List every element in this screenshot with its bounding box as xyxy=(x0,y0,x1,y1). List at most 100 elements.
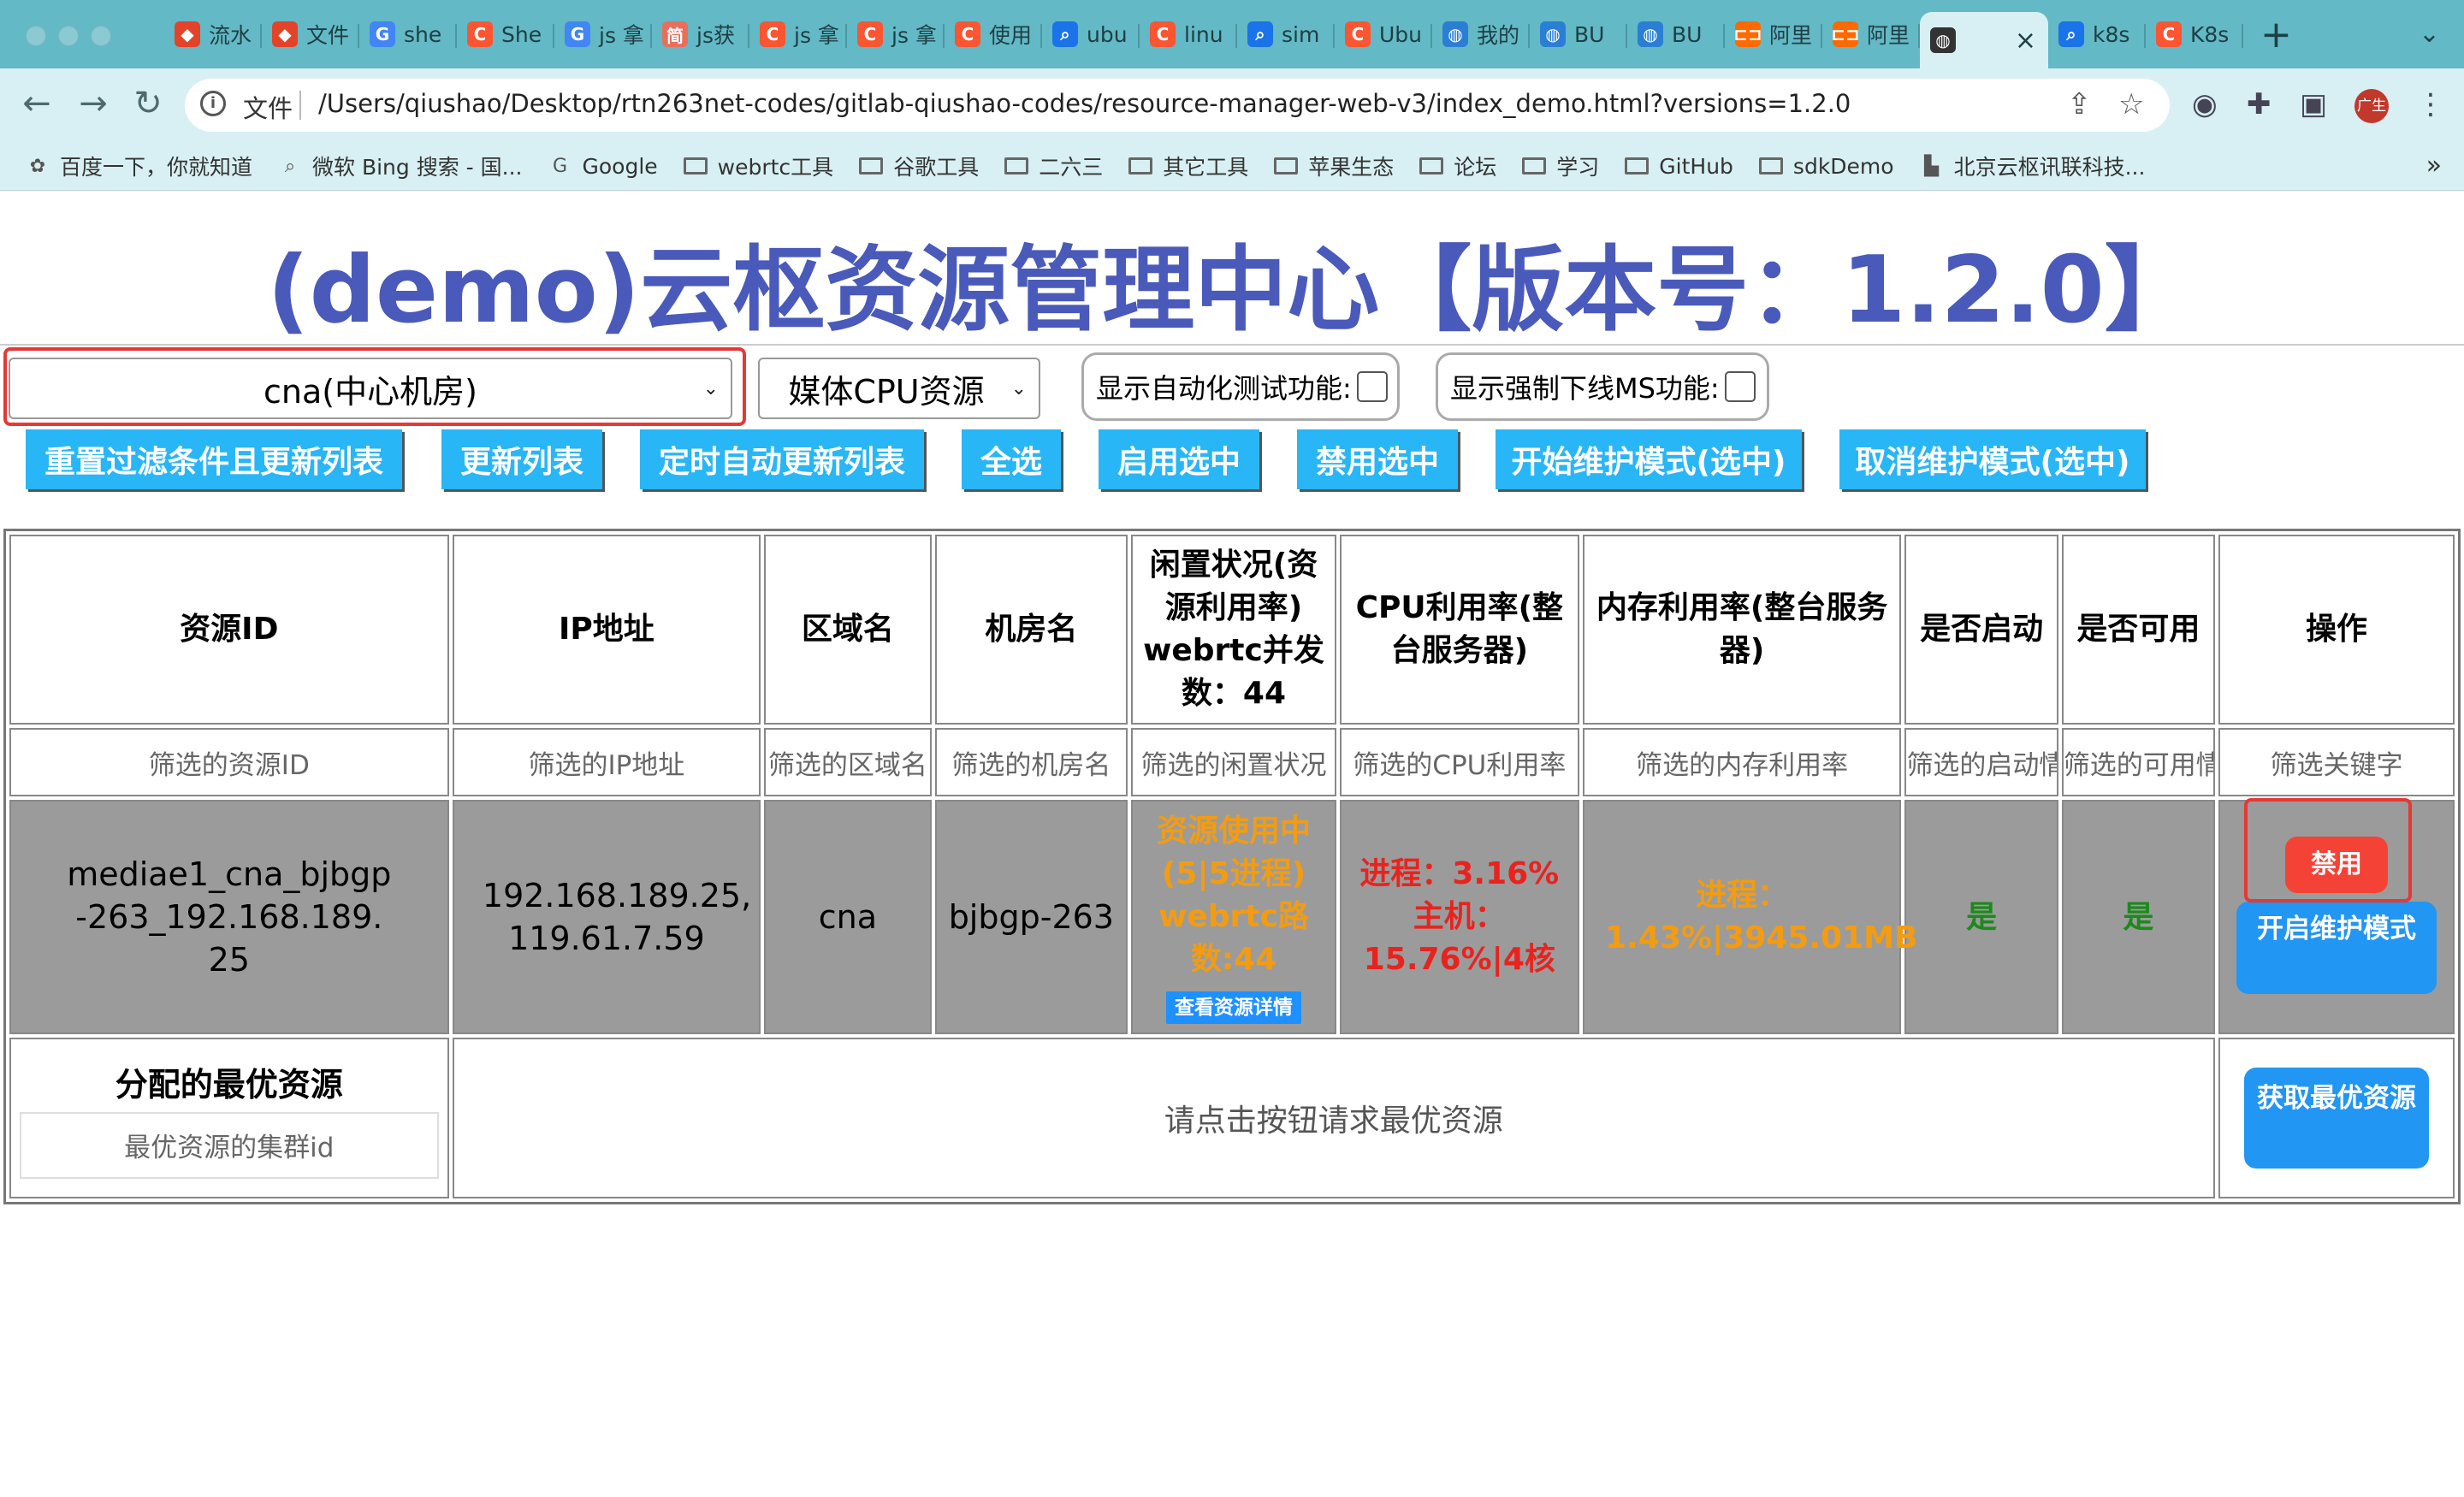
bookmark-item[interactable]: G Google xyxy=(548,154,658,179)
tab-label: js获 xyxy=(696,23,735,48)
header-started: 是否启动 xyxy=(1904,535,2058,725)
bookmark-item[interactable]: webrtc工具 xyxy=(683,151,833,181)
start-maintenance-button[interactable]: 开始维护模式(选中) xyxy=(1496,429,1802,489)
force-offline-toggle-group: 显示强制下线MS功能: xyxy=(1436,352,1769,421)
bookmark-star-icon[interactable]: ☆ xyxy=(2118,87,2144,121)
disable-selected-button[interactable]: 禁用选中 xyxy=(1297,429,1458,489)
bookmark-item[interactable]: 二六三 xyxy=(1004,151,1103,181)
bookmark-item[interactable]: 学习 xyxy=(1522,151,1599,181)
tab[interactable]: C Ubu xyxy=(1335,9,1432,60)
bookmark-item[interactable]: sdkDemo xyxy=(1758,154,1894,179)
bookmarks-overflow-icon[interactable]: » xyxy=(2426,151,2442,180)
tab[interactable]: ⊏⊐ 阿里 xyxy=(1725,9,1822,60)
bookmark-item[interactable]: 论坛 xyxy=(1419,151,1496,181)
filter-idle-input[interactable]: 筛选的闲置状况 xyxy=(1131,728,1336,796)
site-info-icon[interactable]: i xyxy=(200,91,226,116)
bookmark-item[interactable]: ✿ 百度一下，你就知道 xyxy=(26,151,252,181)
tab[interactable]: ⌕ k8s xyxy=(2048,9,2146,60)
get-best-resource-button[interactable]: 获取最优资源 xyxy=(2243,1068,2429,1169)
enable-selected-button[interactable]: 启用选中 xyxy=(1099,429,1259,489)
auto-refresh-button[interactable]: 定时自动更新列表 xyxy=(640,429,924,489)
bookmark-item[interactable]: GitHub xyxy=(1625,154,1733,179)
view-detail-button[interactable]: 查看资源详情 xyxy=(1165,991,1301,1024)
tab[interactable]: Cjs 拿 xyxy=(847,9,945,60)
refresh-list-button[interactable]: 更新列表 xyxy=(441,429,602,489)
tab[interactable]: ◍ 我的 xyxy=(1432,9,1530,60)
filter-resource-id-input[interactable]: 筛选的资源ID xyxy=(9,728,449,796)
tab[interactable]: Gjs 拿 xyxy=(554,9,652,60)
gitlab-icon: ◆ xyxy=(175,21,200,47)
share-icon[interactable]: ⇪ xyxy=(2067,87,2092,121)
reset-filters-button[interactable]: 重置过滤条件且更新列表 xyxy=(26,429,402,489)
tab-close-icon[interactable]: × xyxy=(2015,26,2036,56)
select-all-button[interactable]: 全选 xyxy=(962,429,1061,489)
back-arrow-icon[interactable]: ← xyxy=(15,84,58,123)
tab-active[interactable]: ◍ × xyxy=(1920,12,2048,68)
forward-arrow-icon[interactable]: → xyxy=(72,84,115,123)
password-manager-icon[interactable]: ◉ xyxy=(2192,87,2218,121)
cell-actions: 禁用 开启维护模式 xyxy=(2218,798,2455,1034)
tab[interactable]: ◆ 流水 xyxy=(164,9,262,60)
search-icon: ⌕ xyxy=(1052,21,1078,47)
tab[interactable]: C K8s xyxy=(2146,9,2243,60)
tab[interactable]: C She xyxy=(457,9,554,60)
tab[interactable]: C 使用 xyxy=(945,9,1042,60)
tab[interactable]: ⌕ sim xyxy=(1237,9,1335,60)
filter-available-input[interactable]: 筛选的可用情况 xyxy=(2061,728,2215,796)
window-minimize-control[interactable] xyxy=(58,26,79,46)
reload-icon[interactable]: ↻ xyxy=(127,84,169,123)
tab[interactable]: 简 js获 xyxy=(652,9,749,60)
profile-avatar[interactable]: 广生 xyxy=(2354,89,2389,123)
tab[interactable]: ◆ 文件 xyxy=(262,9,359,60)
force-offline-checkbox[interactable] xyxy=(1724,371,1756,402)
tab[interactable]: ⌕ ubu xyxy=(1042,9,1140,60)
browser-toolbar: ← → ↻ i 文件 /Users/qiushao/Desktop/rtn263… xyxy=(0,68,2464,142)
bookmark-label: 百度一下，你就知道 xyxy=(60,155,253,180)
filter-ip-input[interactable]: 筛选的IP地址 xyxy=(452,728,761,796)
tab-list: ◆ 流水 ◆ 文件 Gshe C She Gjs 拿简 js获 Cjs 拿 Cjs 拿 C 使用 ⌕ ubu… xyxy=(164,0,2292,68)
side-panel-icon[interactable]: ▣ xyxy=(2300,87,2327,121)
filter-keyword-input[interactable]: 筛选关键字 xyxy=(2218,728,2455,796)
cell-ip: 192.168.189.25, 119.61.7.59 xyxy=(452,800,761,1034)
tab[interactable]: Gshe xyxy=(359,9,457,60)
filter-region-input[interactable]: 筛选的区域名 xyxy=(764,728,932,796)
google-icon: G xyxy=(370,21,395,47)
tab-search-chevron-icon[interactable]: ⌄ xyxy=(2419,19,2440,49)
tab[interactable]: ⊏⊐ 阿里 xyxy=(1822,9,1920,60)
cpu-host-text: 主机：15.76%|4核 xyxy=(1363,899,1555,977)
tab[interactable]: ◍ BU xyxy=(1530,9,1627,60)
tab-label: BU xyxy=(1672,21,1703,47)
window-zoom-control[interactable] xyxy=(91,26,111,46)
new-tab-plus-icon[interactable]: + xyxy=(2260,13,2292,56)
tab[interactable]: ◍ BU xyxy=(1627,9,1725,60)
bookmark-item[interactable]: 谷歌工具 xyxy=(859,151,979,181)
best-cluster-id-input[interactable]: 最优资源的集群id xyxy=(19,1111,439,1179)
extensions-puzzle-icon[interactable]: ✚ xyxy=(2247,87,2272,121)
address-url[interactable]: /Users/qiushao/Desktop/rtn263net-codes/g… xyxy=(318,89,1851,118)
bookmark-label: 论坛 xyxy=(1454,155,1497,180)
filter-started-input[interactable]: 筛选的启动情况 xyxy=(1904,728,2058,796)
enable-maintenance-button[interactable]: 开启维护模式 xyxy=(2236,902,2437,994)
resource-type-select[interactable]: 媒体CPU资源 ⌄ xyxy=(758,358,1040,419)
window-close-control[interactable] xyxy=(26,26,46,46)
auto-test-checkbox[interactable] xyxy=(1356,371,1388,402)
bookmark-item[interactable]: ▙ 北京云枢讯联科技... xyxy=(1920,151,2145,181)
bookmark-item[interactable]: 苹果生态 xyxy=(1274,151,1394,181)
cell-best-message: 请点击按钮请求最优资源 xyxy=(452,1038,2215,1198)
tab[interactable]: Clinu xyxy=(1140,9,1237,60)
filter-mem-input[interactable]: 筛选的内存利用率 xyxy=(1582,728,1902,796)
table-row[interactable]: mediae1_cna_bjbgp-263_192.168.189.25 192… xyxy=(9,798,2455,1034)
more-menu-icon[interactable]: ⋮ xyxy=(2416,87,2445,121)
header-mem: 内存利用率(整台服务器) xyxy=(1582,535,1902,725)
search-icon: ⌕ xyxy=(1247,21,1273,47)
tab-label: js 拿 xyxy=(794,23,839,48)
bookmark-item[interactable]: 其它工具 xyxy=(1128,151,1248,181)
filter-room-input[interactable]: 筛选的机房名 xyxy=(934,728,1128,796)
cancel-maintenance-button[interactable]: 取消维护模式(选中) xyxy=(1839,429,2146,489)
filter-cpu-input[interactable]: 筛选的CPU利用率 xyxy=(1339,728,1579,796)
jianshu-icon: 简 xyxy=(662,21,688,47)
cell-cpu: 进程：3.16% 主机：15.76%|4核 xyxy=(1339,800,1579,1034)
tab[interactable]: Cjs 拿 xyxy=(749,9,847,60)
bookmark-item[interactable]: ⌕ 微软 Bing 搜索 - 国... xyxy=(278,151,523,181)
address-bar[interactable]: i 文件 /Users/qiushao/Desktop/rtn263net-co… xyxy=(185,79,2170,132)
